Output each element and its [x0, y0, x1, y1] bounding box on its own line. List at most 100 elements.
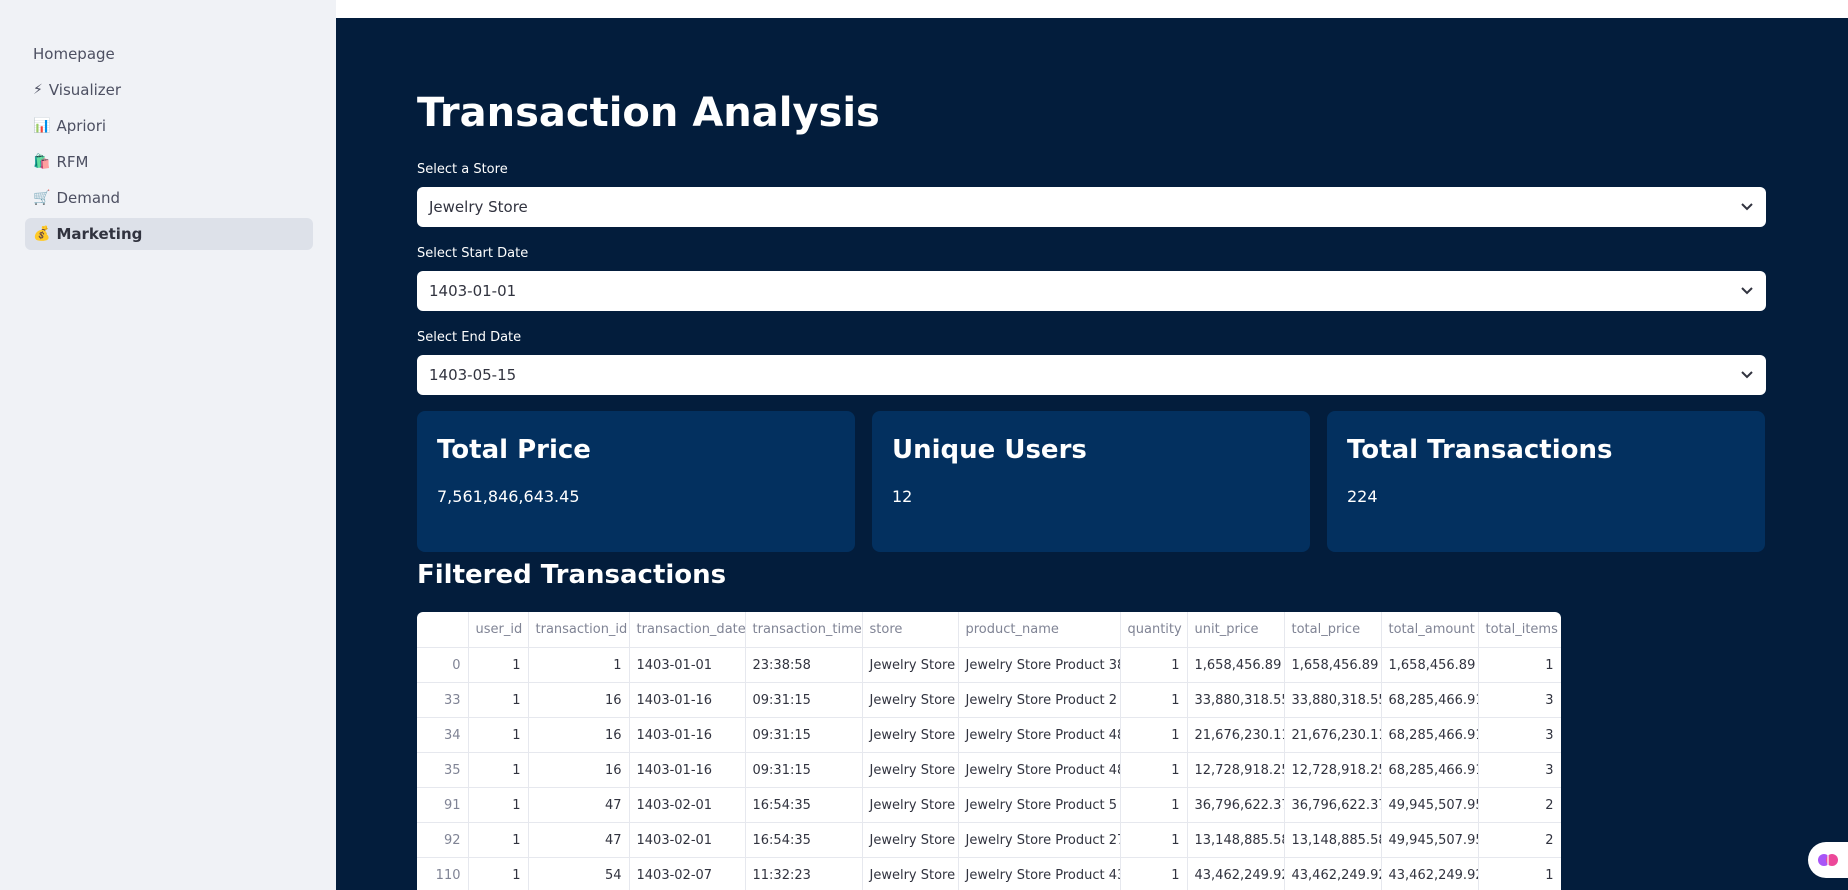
table-row-index[interactable]: 91 — [417, 787, 469, 823]
table-cell[interactable]: 43,462,249.92 — [1284, 857, 1382, 890]
table-cell[interactable]: 36,796,622.37 — [1187, 787, 1285, 823]
table-cell[interactable]: 43,462,249.92 — [1187, 857, 1285, 890]
table-cell[interactable]: 1 — [1120, 752, 1188, 788]
table-cell[interactable]: 1,658,456.89 — [1284, 647, 1382, 683]
table-cell[interactable]: 1403-02-01 — [629, 822, 746, 858]
table-cell[interactable]: 33,880,318.55 — [1187, 682, 1285, 718]
table-cell[interactable]: 54 — [528, 857, 630, 890]
table-cell[interactable]: Jewelry Store — [862, 682, 959, 718]
table-row[interactable]: 91 1 47 1403-02-01 16:54:35 Jewelry Store Jewe… — [417, 787, 1561, 823]
table-cell[interactable]: 09:31:15 — [745, 682, 863, 718]
table-cell[interactable]: 21,676,230.11 — [1284, 717, 1382, 753]
table-cell[interactable]: Jewelry Store — [862, 857, 959, 890]
table-column-header[interactable]: store — [862, 612, 959, 648]
sidebar-item-marketing[interactable]: 💰 Marketing — [25, 218, 313, 250]
table-row[interactable]: 92 1 47 1403-02-01 16:54:35 Jewelry Store Jewe… — [417, 822, 1561, 858]
table-cell[interactable]: 12,728,918.25 — [1284, 752, 1382, 788]
table-cell[interactable]: 1 — [468, 717, 529, 753]
table-column-header[interactable]: quantity — [1120, 612, 1188, 648]
start-date-select[interactable]: 1403-01-01 — [417, 271, 1766, 311]
table-cell[interactable]: 3 — [1478, 752, 1561, 788]
table-cell[interactable]: 21,676,230.11 — [1187, 717, 1285, 753]
table-row[interactable]: 0 1 1 1403-01-01 23:38:58 Jewelry Store Jewelr… — [417, 647, 1561, 683]
table-cell[interactable]: 68,285,466.91 — [1381, 717, 1479, 753]
table-cell[interactable]: 1 — [1120, 717, 1188, 753]
table-cell[interactable]: 11:32:23 — [745, 857, 863, 890]
table-column-header[interactable]: unit_price — [1187, 612, 1285, 648]
table-cell[interactable]: 1 — [468, 787, 529, 823]
table-cell[interactable]: Jewelry Store Product 2 — [958, 682, 1121, 718]
table-cell[interactable]: 1 — [468, 857, 529, 890]
table-cell[interactable]: 1 — [1120, 822, 1188, 858]
table-cell[interactable]: Jewelry Store Product 38 — [958, 647, 1121, 683]
table-cell[interactable]: 2 — [1478, 822, 1561, 858]
table-column-header[interactable]: total_price — [1284, 612, 1382, 648]
table-cell[interactable]: 1 — [528, 647, 630, 683]
table-cell[interactable]: 68,285,466.91 — [1381, 752, 1479, 788]
table-cell[interactable]: 36,796,622.37 — [1284, 787, 1382, 823]
table-column-header[interactable]: product_name — [958, 612, 1121, 648]
table-row[interactable]: 34 1 16 1403-01-16 09:31:15 Jewelry Store Jewe… — [417, 717, 1561, 753]
table-cell[interactable]: 1 — [468, 647, 529, 683]
table-cell[interactable]: 1,658,456.89 — [1381, 647, 1479, 683]
table-row-index[interactable]: 35 — [417, 752, 469, 788]
table-cell[interactable]: Jewelry Store — [862, 822, 959, 858]
table-cell[interactable]: 12,728,918.25 — [1187, 752, 1285, 788]
table-cell[interactable]: 47 — [528, 822, 630, 858]
table-cell[interactable]: 16 — [528, 682, 630, 718]
table-cell[interactable]: 13,148,885.58 — [1187, 822, 1285, 858]
table-column-header[interactable]: transaction_id — [528, 612, 630, 648]
table-cell[interactable]: 09:31:15 — [745, 717, 863, 753]
table-cell[interactable]: 1 — [468, 822, 529, 858]
table-cell[interactable]: Jewelry Store Product 43 — [958, 857, 1121, 890]
table-cell[interactable]: 68,285,466.91 — [1381, 682, 1479, 718]
sidebar-item-apriori[interactable]: 📊 Apriori — [25, 110, 313, 142]
table-cell[interactable]: 49,945,507.95 — [1381, 822, 1479, 858]
sidebar-item-rfm[interactable]: 🛍️ RFM — [25, 146, 313, 178]
table-row-index[interactable]: 34 — [417, 717, 469, 753]
table-cell[interactable]: 1,658,456.89 — [1187, 647, 1285, 683]
table-cell[interactable]: 1403-01-16 — [629, 717, 746, 753]
table-cell[interactable]: 1403-01-16 — [629, 752, 746, 788]
table-row-index[interactable]: 110 — [417, 857, 469, 890]
table-cell[interactable]: 13,148,885.58 — [1284, 822, 1382, 858]
sidebar-item-demand[interactable]: 🛒 Demand — [25, 182, 313, 214]
table-column-header[interactable]: total_items — [1478, 612, 1561, 648]
table-cell[interactable]: 1 — [468, 682, 529, 718]
table-cell[interactable]: 1403-01-01 — [629, 647, 746, 683]
table-cell[interactable]: 1403-01-16 — [629, 682, 746, 718]
table-cell[interactable]: 1 — [1120, 647, 1188, 683]
table-cell[interactable]: 49,945,507.95 — [1381, 787, 1479, 823]
table-row-index[interactable]: 0 — [417, 647, 469, 683]
store-select[interactable]: Jewelry Store — [417, 187, 1766, 227]
table-cell[interactable]: Jewelry Store — [862, 752, 959, 788]
table-cell[interactable]: 1 — [1120, 682, 1188, 718]
table-column-header[interactable]: transaction_time — [745, 612, 863, 648]
table-row[interactable]: 110 1 54 1403-02-07 11:32:23 Jewelry Store Jew… — [417, 857, 1561, 890]
table-cell[interactable]: 33,880,318.55 — [1284, 682, 1382, 718]
table-cell[interactable]: 1 — [1120, 857, 1188, 890]
table-cell[interactable]: Jewelry Store Product 48 — [958, 752, 1121, 788]
table-cell[interactable]: Jewelry Store — [862, 717, 959, 753]
table-row-index[interactable]: 33 — [417, 682, 469, 718]
streamlit-brain-icon[interactable] — [1808, 842, 1848, 878]
sidebar-item-visualizer[interactable]: ⚡ Visualizer — [25, 74, 313, 106]
table-row[interactable]: 35 1 16 1403-01-16 09:31:15 Jewelry Store Jewe… — [417, 752, 1561, 788]
table-cell[interactable]: 3 — [1478, 717, 1561, 753]
table-cell[interactable]: 43,462,249.92 — [1381, 857, 1479, 890]
table-cell[interactable]: 3 — [1478, 682, 1561, 718]
table-cell[interactable]: 1 — [468, 752, 529, 788]
table-cell[interactable]: 1403-02-07 — [629, 857, 746, 890]
table-cell[interactable]: 1 — [1120, 787, 1188, 823]
table-cell[interactable]: Jewelry Store Product 27 — [958, 822, 1121, 858]
table-cell[interactable]: Jewelry Store — [862, 647, 959, 683]
table-column-header[interactable]: transaction_date — [629, 612, 746, 648]
transactions-table[interactable]: user_id transaction_id transaction_date tra… — [417, 612, 1561, 890]
end-date-select[interactable]: 1403-05-15 — [417, 355, 1766, 395]
table-row[interactable]: 33 1 16 1403-01-16 09:31:15 Jewelry Store Jewe… — [417, 682, 1561, 718]
table-cell[interactable]: 16 — [528, 717, 630, 753]
table-cell[interactable]: 47 — [528, 787, 630, 823]
table-row-index[interactable]: 92 — [417, 822, 469, 858]
table-cell[interactable]: 16 — [528, 752, 630, 788]
table-cell[interactable]: 2 — [1478, 787, 1561, 823]
